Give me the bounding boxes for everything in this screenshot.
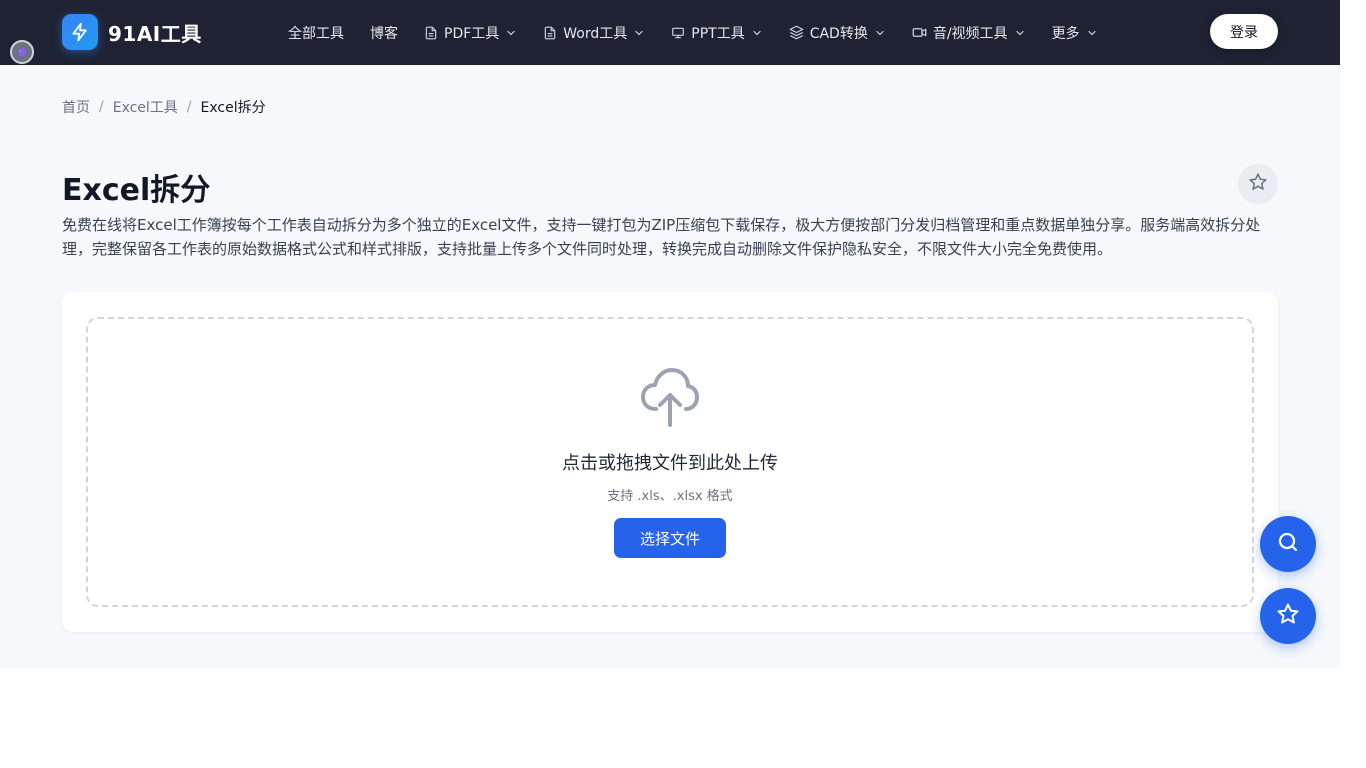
nav-item-label: 更多 xyxy=(1051,25,1080,42)
star-icon xyxy=(1276,602,1300,630)
chevron-down-icon xyxy=(1086,27,1098,39)
floating-assistant-icon[interactable] xyxy=(10,40,34,64)
nav-item-label: CAD转换 xyxy=(809,25,868,42)
chevron-down-icon xyxy=(874,27,886,39)
document-icon xyxy=(424,26,438,40)
breadcrumb-separator: / xyxy=(99,99,104,115)
nav-item-label: PPT工具 xyxy=(691,25,745,42)
document-icon xyxy=(543,26,557,40)
floating-search-button[interactable] xyxy=(1260,516,1316,572)
star-icon xyxy=(1248,172,1268,196)
upload-format-hint: 支持 .xls、.xlsx 格式 xyxy=(607,489,733,504)
favorite-button[interactable] xyxy=(1238,164,1278,204)
presentation-icon xyxy=(671,26,685,40)
chevron-down-icon xyxy=(1014,27,1026,39)
nav-item-label: 音/视频工具 xyxy=(932,25,1008,42)
lightning-icon xyxy=(62,14,98,50)
upload-title: 点击或拖拽文件到此处上传 xyxy=(562,453,778,474)
page-title: Excel拆分 xyxy=(62,173,211,208)
nav-item-blog[interactable]: 博客 xyxy=(370,23,398,43)
breadcrumb-category-link[interactable]: Excel工具 xyxy=(113,97,178,117)
video-icon xyxy=(912,25,927,40)
nav-item-cad-convert[interactable]: CAD转换 xyxy=(789,23,886,43)
nav-item-label: 博客 xyxy=(370,25,398,42)
cloud-upload-icon xyxy=(640,365,700,431)
floating-favorite-button[interactable] xyxy=(1260,588,1316,644)
select-file-button[interactable]: 选择文件 xyxy=(614,518,726,558)
breadcrumb-separator: / xyxy=(186,99,192,115)
upload-dropzone[interactable]: 点击或拖拽文件到此处上传 支持 .xls、.xlsx 格式 选择文件 xyxy=(86,317,1254,607)
brand-name: 91AI工具 xyxy=(108,21,202,46)
nav-item-ppt-tools[interactable]: PPT工具 xyxy=(671,23,762,43)
search-icon xyxy=(1276,530,1300,558)
layers-icon xyxy=(789,25,804,40)
main-content: 首页 / Excel工具 / Excel拆分 Excel拆分 免费在线将Exce… xyxy=(0,65,1340,668)
chevron-down-icon xyxy=(505,27,517,39)
breadcrumb-current: Excel拆分 xyxy=(200,100,266,116)
nav-item-audio-video-tools[interactable]: 音/视频工具 xyxy=(912,23,1026,43)
breadcrumb-home-link[interactable]: 首页 xyxy=(62,97,90,117)
upload-card: 点击或拖拽文件到此处上传 支持 .xls、.xlsx 格式 选择文件 xyxy=(62,292,1278,632)
brand-logo[interactable]: 91AI工具 xyxy=(62,14,202,50)
nav-item-label: 全部工具 xyxy=(288,25,344,42)
nav-item-pdf-tools[interactable]: PDF工具 xyxy=(424,23,517,43)
nav-item-label: PDF工具 xyxy=(444,25,500,42)
nav-item-all-tools[interactable]: 全部工具 xyxy=(288,23,344,43)
breadcrumb: 首页 / Excel工具 / Excel拆分 xyxy=(62,97,266,117)
top-navbar: 91AI工具 全部工具 博客 PDF工具 Word工具 PPT工具 CAD转换 … xyxy=(0,0,1340,65)
nav-item-more[interactable]: 更多 xyxy=(1052,23,1098,43)
nav-item-word-tools[interactable]: Word工具 xyxy=(543,23,645,43)
login-button[interactable]: 登录 xyxy=(1210,14,1278,49)
page-description: 免费在线将Excel工作簿按每个工作表自动拆分为多个独立的Excel文件，支持一… xyxy=(62,216,1261,258)
chevron-down-icon xyxy=(751,27,763,39)
main-nav: 全部工具 博客 PDF工具 Word工具 PPT工具 CAD转换 音/视频工具 … xyxy=(288,0,1124,65)
nav-item-label: Word工具 xyxy=(563,25,628,42)
chevron-down-icon xyxy=(633,27,645,39)
